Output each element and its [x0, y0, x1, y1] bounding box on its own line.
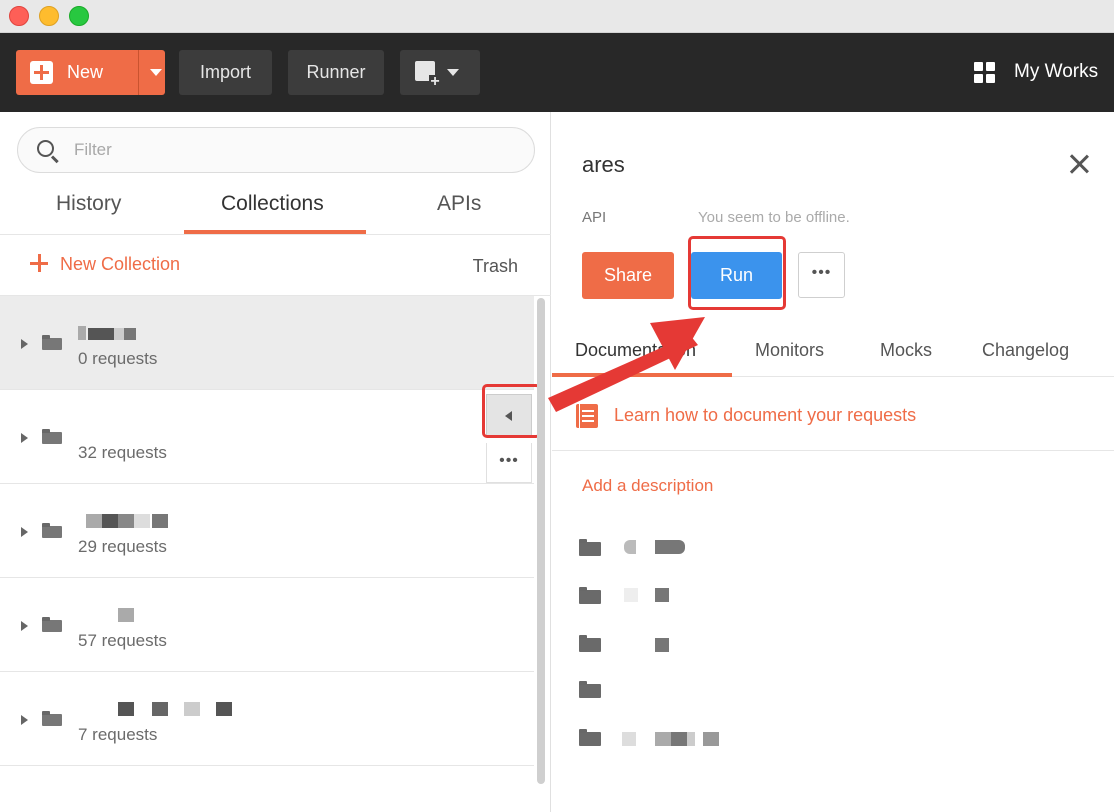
expand-icon[interactable] — [21, 433, 28, 443]
sidebar-tabs: History Collections APIs — [0, 182, 551, 235]
api-type-label: API — [582, 209, 607, 226]
learn-banner: Learn how to document your requests — [552, 378, 1114, 451]
redacted-collection-name — [86, 514, 170, 528]
expand-icon[interactable] — [21, 339, 28, 349]
redacted-collection-name — [118, 702, 238, 716]
collection-item[interactable]: 0 requests — [0, 296, 534, 390]
chevron-down-icon — [447, 69, 459, 76]
request-folder-item[interactable] — [577, 580, 877, 610]
collection-item[interactable]: 7 requests — [0, 672, 534, 766]
header-toolbar: New Import Runner My Works — [0, 33, 1114, 112]
window-titlebar — [0, 0, 1114, 33]
runner-button[interactable]: Runner — [288, 50, 384, 95]
request-count: 32 requests — [78, 443, 167, 462]
close-icon[interactable] — [1069, 154, 1089, 174]
tab-documentation[interactable]: Documentation — [575, 340, 696, 361]
offline-status: You seem to be offline. — [698, 209, 850, 226]
workspace-label: My Works — [1014, 61, 1099, 82]
request-folder-item[interactable] — [577, 532, 877, 562]
active-tab-indicator — [552, 373, 732, 377]
plus-icon — [30, 61, 53, 84]
grid-icon — [974, 62, 996, 84]
learn-docs-link[interactable]: Learn how to document your requests — [614, 405, 916, 426]
sidebar-scrollbar[interactable] — [537, 298, 545, 784]
filter-field[interactable] — [17, 127, 535, 173]
folder-icon — [42, 429, 62, 444]
request-count: 29 requests — [78, 537, 167, 556]
request-count: 7 requests — [78, 725, 158, 744]
tab-apis[interactable]: APIs — [437, 192, 481, 216]
api-title: ares — [582, 152, 625, 177]
folder-icon — [42, 617, 62, 632]
new-button-label: New — [67, 62, 104, 82]
plus-icon — [30, 254, 48, 272]
active-tab-indicator — [184, 230, 366, 234]
folder-icon — [579, 539, 601, 556]
zoom-window-button[interactable] — [69, 6, 89, 26]
collection-more-button[interactable]: ••• — [486, 443, 532, 483]
collection-item[interactable]: 32 requests ••• — [0, 390, 534, 484]
detail-tabs: Documentation Monitors Mocks Changelog — [552, 332, 1114, 377]
folder-icon — [579, 729, 601, 746]
trash-button[interactable]: Trash — [473, 256, 518, 277]
import-button[interactable]: Import — [179, 50, 272, 95]
add-description-link[interactable]: Add a description — [582, 476, 713, 496]
folder-icon — [579, 681, 601, 698]
collection-list: 0 requests 32 requests ••• 29 requests 5… — [0, 296, 541, 796]
annotation-highlight — [688, 236, 786, 310]
redacted-collection-name — [78, 326, 138, 340]
api-detail-pane: ares API You seem to be offline. Share R… — [552, 112, 1114, 812]
tab-changelog[interactable]: Changelog — [982, 340, 1069, 361]
share-button[interactable]: Share — [582, 252, 674, 299]
new-collection-label: New Collection — [60, 254, 181, 274]
collection-item[interactable]: 29 requests — [0, 484, 534, 578]
collection-item[interactable]: 57 requests — [0, 578, 534, 672]
tab-history[interactable]: History — [56, 192, 121, 216]
more-actions-button[interactable]: ••• — [798, 252, 845, 298]
book-icon — [576, 404, 598, 428]
folder-icon — [42, 711, 62, 726]
redacted-collection-name — [118, 608, 134, 622]
folder-icon — [42, 335, 62, 350]
folder-icon — [42, 523, 62, 538]
request-count: 57 requests — [78, 631, 167, 650]
tab-collections[interactable]: Collections — [221, 192, 324, 216]
new-dropdown-icon[interactable] — [150, 69, 162, 76]
collection-actions: New Collection Trash — [0, 236, 551, 296]
close-window-button[interactable] — [9, 6, 29, 26]
tab-monitors[interactable]: Monitors — [755, 340, 824, 361]
annotation-highlight — [482, 384, 541, 438]
folder-icon — [579, 635, 601, 652]
expand-icon[interactable] — [21, 621, 28, 631]
search-icon — [37, 140, 54, 157]
new-collection-button[interactable]: New Collection — [30, 254, 180, 275]
request-folder-item[interactable] — [577, 674, 877, 704]
new-window-button[interactable] — [400, 50, 480, 95]
expand-icon[interactable] — [21, 715, 28, 725]
new-window-icon — [415, 61, 441, 89]
sidebar: History Collections APIs New Collection … — [0, 112, 551, 812]
minimize-window-button[interactable] — [39, 6, 59, 26]
filter-input[interactable] — [74, 138, 514, 162]
folder-icon — [579, 587, 601, 604]
expand-icon[interactable] — [21, 527, 28, 537]
new-button[interactable]: New — [16, 50, 165, 95]
request-folder-item[interactable] — [577, 722, 877, 752]
request-folder-item[interactable] — [577, 628, 877, 658]
tab-mocks[interactable]: Mocks — [880, 340, 932, 361]
request-count: 0 requests — [78, 349, 158, 368]
